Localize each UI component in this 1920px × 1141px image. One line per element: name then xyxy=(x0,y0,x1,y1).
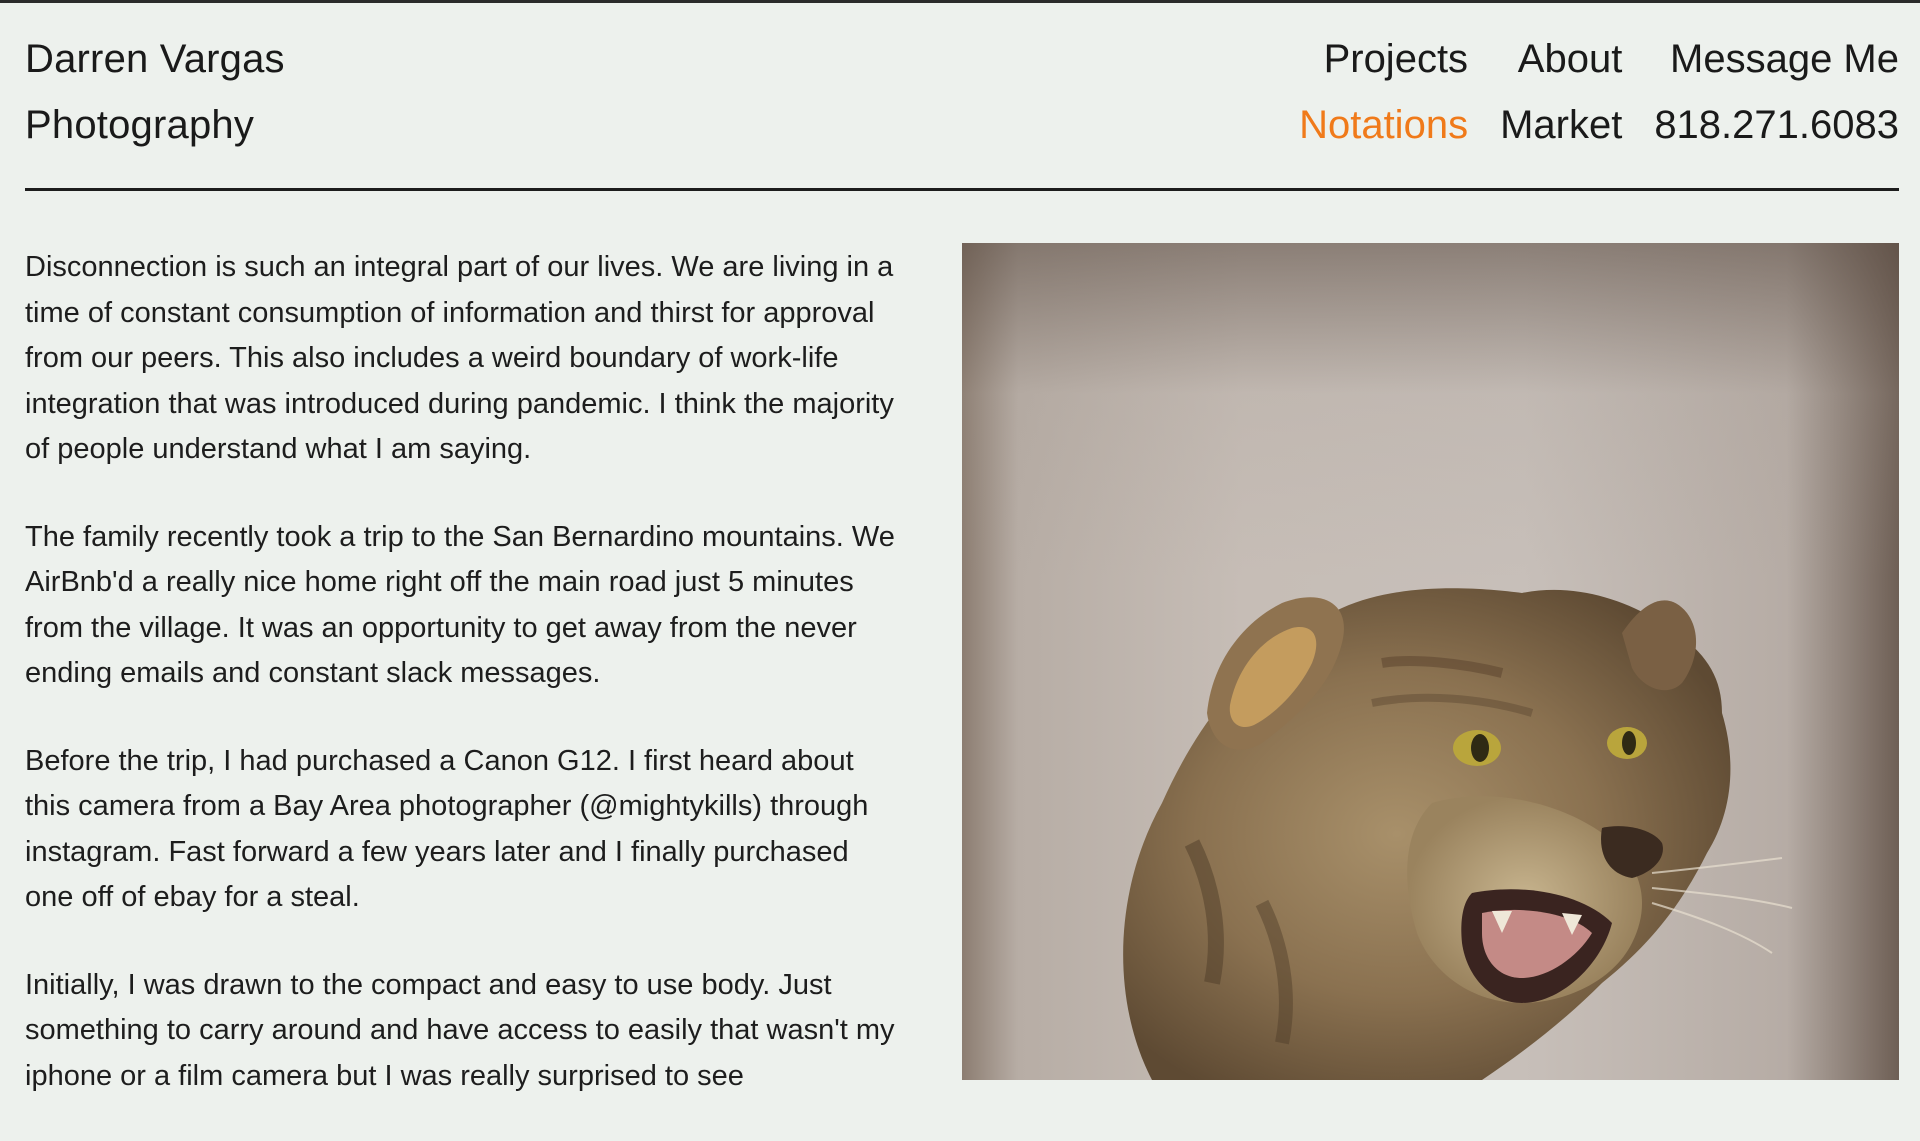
main-nav: Projects About Message Me Notations Mark… xyxy=(1299,26,1899,158)
article-paragraph: Initially, I was drawn to the compact an… xyxy=(25,968,895,1092)
nav-phone[interactable]: 818.271.6083 xyxy=(1654,92,1899,158)
site-logo-link[interactable]: Darren Vargas Photography xyxy=(25,26,285,158)
brand-tagline: Photography xyxy=(25,103,255,147)
article-paragraph: Before the trip, I had purchased a Canon… xyxy=(25,744,869,914)
nav-notations[interactable]: Notations xyxy=(1299,92,1468,158)
wildcat-head-image xyxy=(1123,588,1793,1080)
nav-message-me[interactable]: Message Me xyxy=(1654,26,1899,92)
top-border xyxy=(0,0,1920,3)
nav-about[interactable]: About xyxy=(1500,26,1623,92)
brand-name: Darren Vargas xyxy=(25,37,285,81)
nav-market[interactable]: Market xyxy=(1500,92,1622,158)
article-paragraph: The family recently took a trip to the S… xyxy=(25,520,895,690)
article-photo xyxy=(962,243,1899,1080)
article-paragraph: Disconnection is such an integral part o… xyxy=(25,251,894,465)
header-divider xyxy=(25,188,1899,191)
article-body: Disconnection is such an integral part o… xyxy=(25,245,905,1141)
nav-projects[interactable]: Projects xyxy=(1299,26,1469,92)
